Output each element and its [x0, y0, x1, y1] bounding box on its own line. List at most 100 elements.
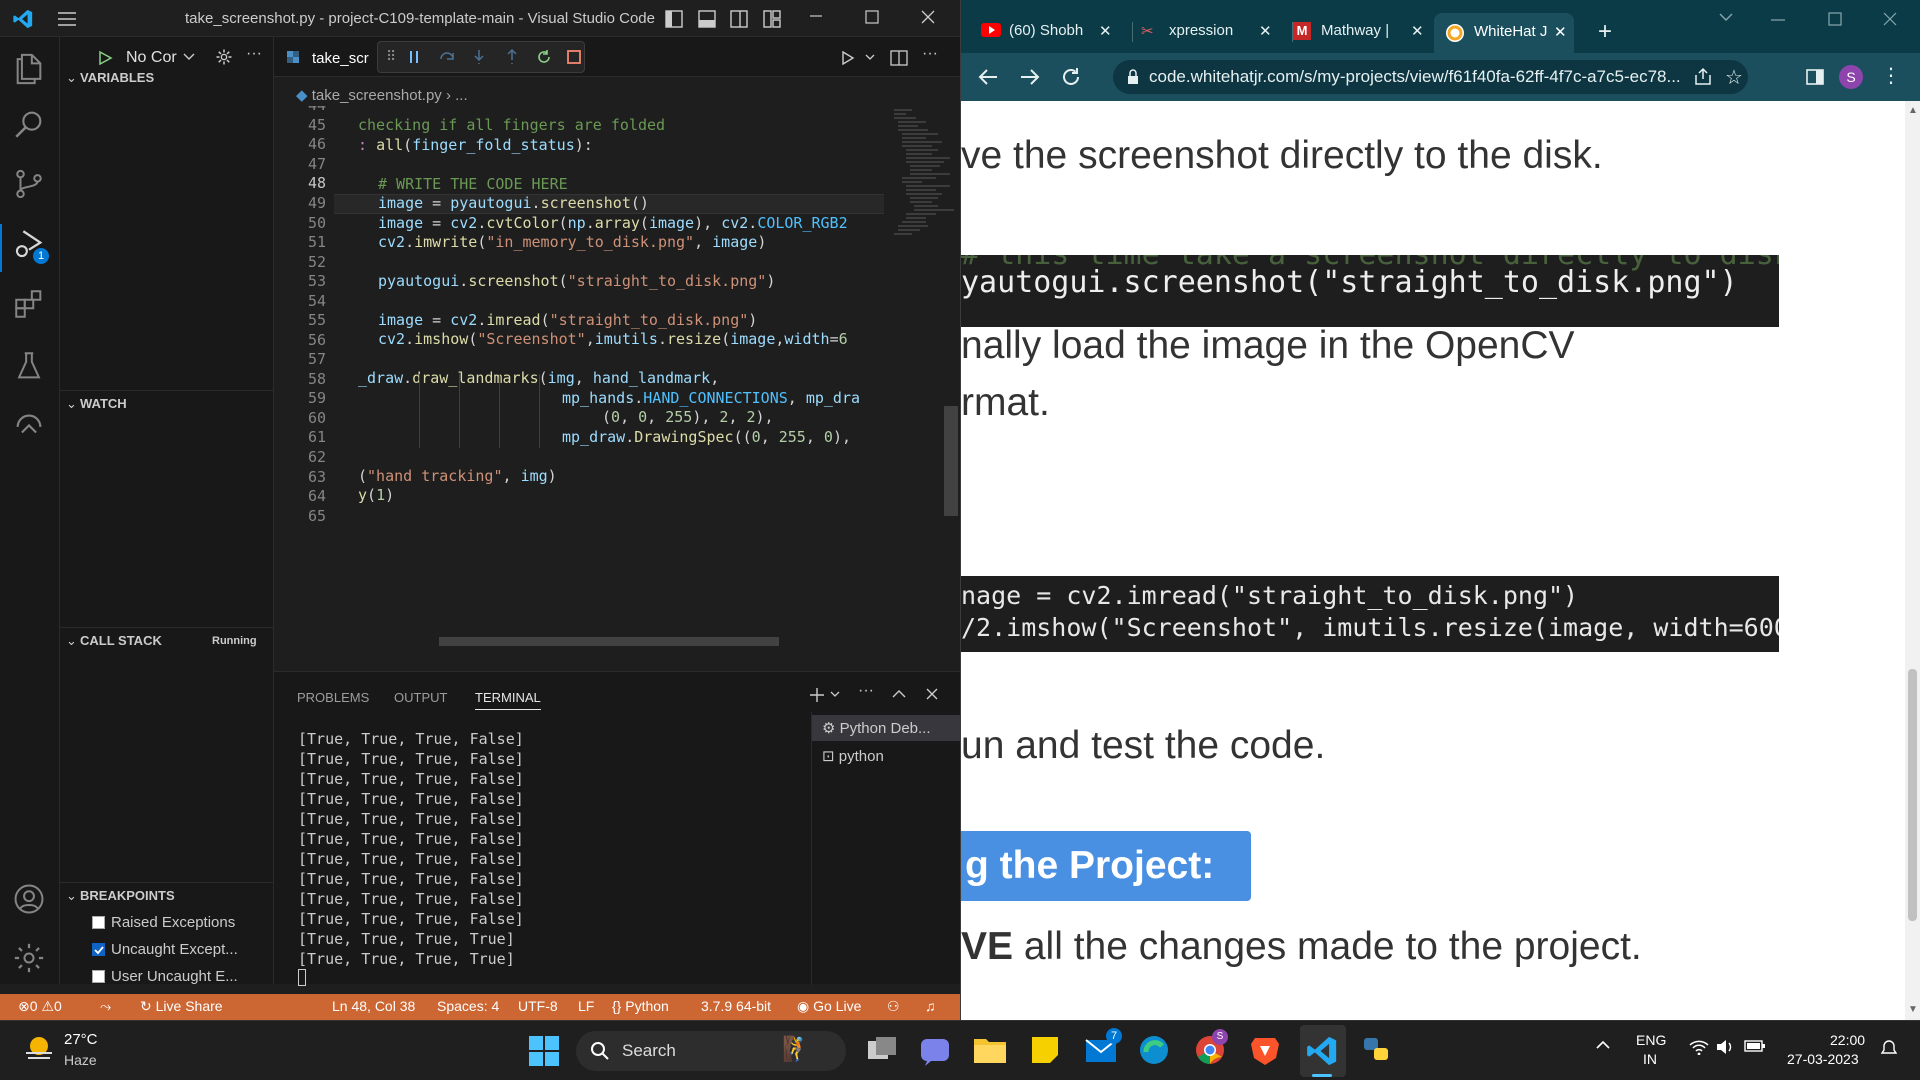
accounts-icon[interactable]	[12, 882, 46, 916]
scroll-up-icon[interactable]: ▲	[1908, 105, 1918, 116]
problems-indicator[interactable]: ⊗0 ⚠0	[18, 998, 62, 1015]
extensions-icon[interactable]	[12, 287, 46, 321]
go-live-button[interactable]: ◉ Go Live	[797, 998, 861, 1015]
language-indicator[interactable]: ENG	[1636, 1032, 1666, 1048]
toggle-secondary-sidebar-icon[interactable]	[729, 9, 749, 29]
start-icon[interactable]	[529, 1036, 559, 1066]
run-file-icon[interactable]	[840, 50, 856, 66]
breakpoint-item[interactable]: Raised Exceptions	[92, 914, 235, 931]
source-control-icon[interactable]	[12, 167, 46, 201]
checkbox-checked[interactable]	[92, 943, 105, 956]
chevron-down-icon[interactable]	[864, 51, 876, 63]
split-editor-icon[interactable]	[890, 49, 908, 67]
back-icon[interactable]	[977, 66, 999, 88]
tab-problems[interactable]: PROBLEMS	[297, 690, 369, 705]
run-config-select[interactable]: No Cor	[126, 49, 177, 67]
language-mode[interactable]: {} Python	[612, 998, 669, 1014]
volume-icon[interactable]	[1716, 1039, 1734, 1055]
task-view-icon[interactable]	[866, 1035, 898, 1065]
show-hidden-icons[interactable]	[1595, 1038, 1611, 1050]
editor-tab[interactable]: take_scr	[312, 50, 369, 67]
indentation[interactable]: Spaces: 4	[437, 998, 499, 1014]
close-icon[interactable]	[1883, 12, 1897, 26]
toggle-sidebar-icon[interactable]	[664, 9, 684, 29]
close-tab-icon[interactable]: ✕	[1411, 22, 1424, 40]
line-ending[interactable]: LF	[578, 998, 594, 1014]
python-app-icon[interactable]	[1360, 1034, 1392, 1066]
terminal-output[interactable]: [True, True, True, False] [True, True, Tr…	[298, 729, 524, 969]
debug-settings-icon[interactable]	[215, 48, 233, 66]
drag-handle-icon[interactable]: ⠿	[386, 48, 396, 65]
step-out-icon[interactable]	[504, 49, 520, 65]
cursor-position[interactable]: Ln 48, Col 38	[332, 998, 415, 1014]
more-actions-icon[interactable]: ···	[922, 45, 938, 63]
menu-icon[interactable]	[56, 10, 78, 28]
checkbox[interactable]	[92, 916, 105, 929]
breakpoint-item[interactable]: Uncaught Except...	[92, 941, 238, 958]
chrome-tab[interactable]: M Mathway | ✕	[1293, 15, 1433, 49]
address-bar[interactable]: code.whitehatjr.com/s/my-projects/view/f…	[1113, 60, 1748, 94]
start-debugging-icon[interactable]	[97, 50, 113, 66]
debug-status-icon[interactable]: ⤳	[100, 998, 111, 1015]
close-icon[interactable]	[920, 9, 936, 25]
tab-output[interactable]: OUTPUT	[394, 690, 447, 705]
battery-icon[interactable]	[1744, 1039, 1766, 1053]
python-interpreter[interactable]: 3.7.9 64-bit	[701, 998, 771, 1014]
weather-desc[interactable]: Haze	[64, 1052, 97, 1068]
weather-icon[interactable]	[22, 1031, 56, 1065]
close-tab-icon[interactable]: ✕	[1099, 22, 1112, 40]
remote-explorer-icon[interactable]	[12, 407, 46, 441]
live-share-button[interactable]: ↻ Live Share	[140, 998, 223, 1015]
minimize-icon[interactable]	[1771, 19, 1785, 21]
teams-chat-icon[interactable]	[919, 1035, 951, 1067]
settings-gear-icon[interactable]	[12, 941, 46, 975]
minimap[interactable]	[884, 106, 960, 646]
terminal-item-debug[interactable]: ⚙ Python Deb...	[822, 719, 931, 737]
testing-icon[interactable]	[12, 349, 46, 383]
chevron-down-icon[interactable]	[182, 51, 196, 63]
restart-icon[interactable]	[536, 49, 552, 65]
notification-icon[interactable]	[1880, 1039, 1898, 1057]
more-actions-icon[interactable]: ···	[858, 682, 874, 700]
chevron-down-icon[interactable]	[829, 690, 841, 700]
share-icon[interactable]	[1693, 67, 1713, 87]
toggle-panel-icon[interactable]	[697, 9, 717, 29]
minimize-icon[interactable]	[808, 8, 824, 24]
bookmark-star-icon[interactable]: ☆	[1725, 65, 1743, 90]
checkbox[interactable]	[92, 970, 105, 983]
pause-icon[interactable]	[406, 49, 422, 65]
new-tab-icon[interactable]: +	[1598, 18, 1612, 46]
new-terminal-icon[interactable]	[808, 686, 826, 704]
page-scrollbar[interactable]: ▲ ▼	[1905, 101, 1920, 1020]
maximize-icon[interactable]	[864, 9, 880, 25]
scroll-down-icon[interactable]: ▼	[1908, 1004, 1918, 1015]
reload-icon[interactable]	[1060, 66, 1082, 88]
chrome-tab[interactable]: ✂ xpression ✕	[1141, 15, 1281, 49]
watch-header[interactable]: ⌄ WATCH	[66, 396, 127, 412]
breakpoint-item[interactable]: User Uncaught E...	[92, 968, 238, 985]
code-editor[interactable]: 4445464748495051525354555657585960616263…	[274, 106, 884, 646]
chrome-tab[interactable]: (60) Shobh ✕	[981, 15, 1121, 49]
variables-header[interactable]: ⌄ VARIABLES	[66, 70, 154, 86]
clock-time[interactable]: 22:00	[1830, 1032, 1865, 1048]
encoding[interactable]: UTF-8	[518, 998, 558, 1014]
horizontal-scrollbar[interactable]	[439, 637, 779, 646]
maximize-icon[interactable]	[1828, 12, 1842, 26]
brave-icon[interactable]	[1250, 1034, 1280, 1066]
side-panel-icon[interactable]	[1805, 67, 1825, 87]
customize-layout-icon[interactable]	[762, 9, 782, 29]
breadcrumb-file[interactable]: take_screenshot.py	[312, 87, 442, 104]
chrome-menu-icon[interactable]: ⋮	[1881, 63, 1901, 88]
forward-icon[interactable]	[1019, 66, 1041, 88]
call-stack-header[interactable]: ⌄ CALL STACK	[66, 633, 162, 649]
chrome-tab-active[interactable]: WhiteHat J ✕	[1434, 13, 1574, 53]
notifications-bell-icon[interactable]: ♫	[925, 998, 936, 1014]
clock-date[interactable]: 27-03-2023	[1787, 1051, 1859, 1067]
close-tab-icon[interactable]: ✕	[1554, 23, 1567, 41]
maximize-panel-icon[interactable]	[891, 687, 907, 701]
stop-icon[interactable]	[566, 49, 582, 65]
breakpoints-header[interactable]: ⌄ BREAKPOINTS	[66, 888, 175, 904]
more-actions-icon[interactable]: ···	[246, 45, 262, 63]
terminal-item-python[interactable]: ⊡ python	[822, 747, 884, 765]
close-tab-icon[interactable]: ✕	[1259, 22, 1272, 40]
